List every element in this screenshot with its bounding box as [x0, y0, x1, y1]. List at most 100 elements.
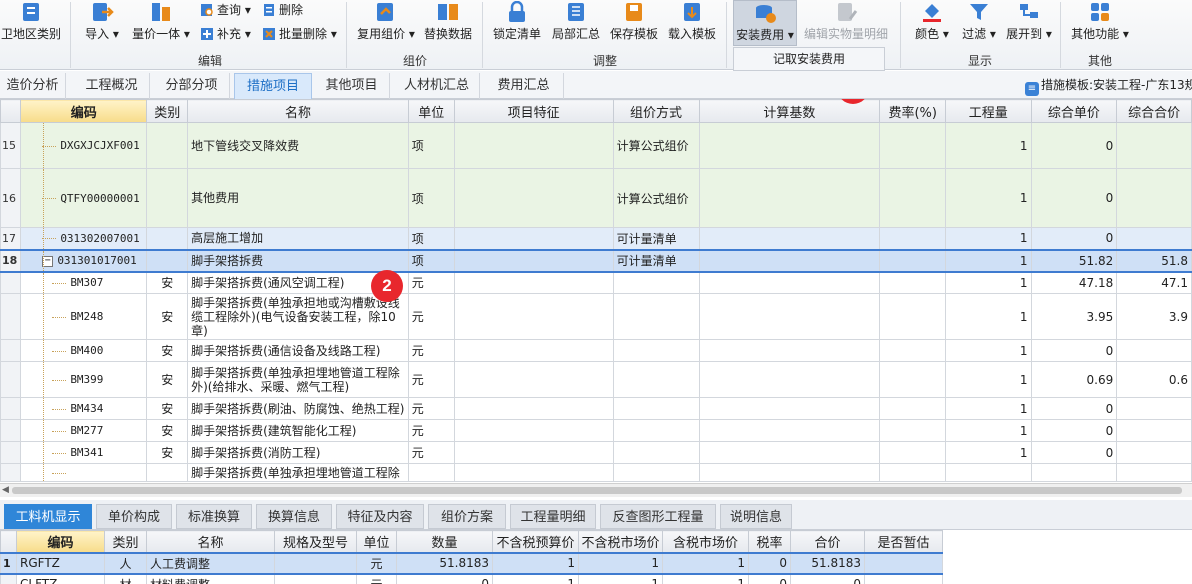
material-total[interactable]: 51.8183	[790, 551, 865, 575]
item-quantity[interactable]: 1	[945, 293, 1032, 340]
item-code[interactable]: QTFY00000001	[20, 168, 148, 228]
record-install-fee-menu-item[interactable]: 记取安装费用	[733, 47, 885, 71]
item-quantity[interactable]: 1	[945, 441, 1032, 464]
tab-other-items[interactable]: 其他项目	[314, 73, 390, 99]
item-quantity[interactable]: 1	[945, 419, 1032, 442]
item-feature[interactable]	[453, 122, 614, 169]
import-button[interactable]: 导入 ▾	[84, 0, 120, 42]
filter-button[interactable]: 过滤 ▾	[958, 0, 1000, 42]
item-category[interactable]	[146, 122, 189, 169]
item-rate[interactable]	[879, 463, 947, 482]
item-code[interactable]: BM248	[20, 293, 148, 340]
item-unit-price[interactable]: 0	[1030, 227, 1118, 250]
table-row[interactable]: 脚手架搭拆费(单独承担埋地管道工程除	[0, 463, 1192, 482]
item-code[interactable]: 031302007001	[20, 227, 148, 250]
material-name[interactable]: 人工费调整	[146, 551, 275, 575]
supplement-button[interactable]: 补充 ▾	[200, 25, 251, 42]
item-code[interactable]: BM277	[20, 419, 148, 442]
detail-col-tax-market-price[interactable]: 含税市场价	[662, 530, 749, 553]
item-calc-base[interactable]	[698, 397, 881, 420]
item-calc-base[interactable]	[698, 248, 881, 273]
item-calc-base[interactable]	[698, 271, 881, 294]
load-template-button[interactable]: 载入模板	[664, 0, 720, 42]
detail-col-total[interactable]: 合价	[790, 530, 865, 553]
item-feature[interactable]	[453, 419, 614, 442]
item-name[interactable]: 脚手架搭拆费(建筑智能化工程)	[187, 419, 409, 442]
item-total-price[interactable]: 51.8	[1116, 248, 1192, 273]
item-quantity[interactable]: 1	[945, 271, 1032, 294]
item-unit[interactable]: 项	[407, 122, 455, 169]
item-unit[interactable]: 元	[407, 293, 455, 340]
item-category[interactable]: 安	[146, 397, 189, 420]
scroll-left-arrow-icon[interactable]: ◀	[2, 485, 9, 495]
item-feature[interactable]	[453, 441, 614, 464]
detail-col-spec[interactable]: 规格及型号	[274, 530, 357, 553]
item-feature[interactable]	[453, 271, 614, 294]
col-header-name[interactable]: 名称	[187, 99, 409, 123]
material-tax-market-price[interactable]: 1	[662, 551, 749, 575]
item-rate[interactable]	[879, 441, 947, 464]
item-category[interactable]: 安	[146, 339, 189, 362]
item-unit-price[interactable]: 3.95	[1030, 293, 1118, 340]
item-quantity[interactable]: 1	[945, 122, 1032, 169]
item-feature[interactable]	[453, 227, 614, 250]
item-feature[interactable]	[453, 463, 614, 482]
col-header-total-price[interactable]: 综合合价	[1116, 99, 1192, 123]
item-rate[interactable]	[879, 361, 947, 398]
tab-sub-items[interactable]: 分部分项	[154, 73, 230, 99]
col-header-category[interactable]: 类别	[146, 99, 189, 123]
material-category[interactable]: 材	[104, 573, 147, 584]
material-unit[interactable]: 元	[356, 551, 397, 575]
item-code[interactable]	[20, 463, 148, 482]
material-market-price[interactable]: 1	[578, 551, 663, 575]
item-quantity[interactable]: 1	[945, 361, 1032, 398]
item-quantity[interactable]: 1	[945, 168, 1032, 228]
tab-description-info[interactable]: 说明信息	[720, 504, 792, 529]
item-pricing-method[interactable]	[612, 339, 700, 362]
measure-items-grid[interactable]: 编码 类别 名称 单位 项目特征 组价方式 计算基数 费率(%) 工程量 综合单…	[0, 99, 1192, 482]
table-row[interactable]: BM400 安脚手架搭拆费(通信设备及线路工程) 元 1 0	[0, 339, 1192, 362]
table-row[interactable]: 18−031301017001 脚手架搭拆费项 可计量清单 1 51.82 51.8	[0, 248, 1192, 273]
item-name[interactable]: 脚手架搭拆费(通信设备及线路工程)	[187, 339, 409, 362]
item-name[interactable]: 脚手架搭拆费(消防工程)	[187, 441, 409, 464]
material-name[interactable]: 材料费调整	[146, 573, 275, 584]
tab-cost-analysis[interactable]: 造价分析	[0, 73, 66, 99]
tab-project-overview[interactable]: 工程概况	[74, 73, 150, 99]
item-unit[interactable]: 元	[407, 361, 455, 398]
tab-labor-material-display[interactable]: 工料机显示	[4, 504, 92, 529]
detail-col-budget-price[interactable]: 不含税预算价	[492, 530, 579, 553]
col-header-rate[interactable]: 费率(%)	[879, 99, 947, 123]
item-quantity[interactable]: 1	[945, 227, 1032, 250]
item-calc-base[interactable]	[698, 293, 881, 340]
material-tax-market-price[interactable]: 1	[662, 573, 749, 584]
tab-pricing-plan[interactable]: 组价方案	[428, 504, 506, 529]
item-calc-base[interactable]	[698, 168, 881, 228]
item-calc-base[interactable]	[698, 463, 881, 482]
unit-price-integration-button[interactable]: 量价一体 ▾	[132, 0, 190, 42]
detail-col-name[interactable]: 名称	[146, 530, 275, 553]
item-name[interactable]: 高层施工增加	[187, 227, 409, 250]
item-calc-base[interactable]	[698, 227, 881, 250]
material-provisional[interactable]	[864, 573, 943, 584]
col-header-code[interactable]: 编码	[20, 99, 148, 123]
item-rate[interactable]	[879, 419, 947, 442]
table-row[interactable]: 15 DXGXJCJXF001 地下管线交叉降效费项 计算公式组价 1 0	[0, 122, 1192, 169]
material-budget-price[interactable]: 1	[492, 573, 579, 584]
item-unit-price[interactable]: 0.69	[1030, 361, 1118, 398]
tab-unit-price-composition[interactable]: 单价构成	[96, 504, 172, 529]
item-total-price[interactable]	[1116, 227, 1192, 250]
col-header-unit-price[interactable]: 综合单价	[1030, 99, 1118, 123]
table-row[interactable]: 16 QTFY00000001 其他费用项 计算公式组价 1 0	[0, 168, 1192, 228]
material-quantity[interactable]: 51.8183	[396, 551, 493, 575]
item-total-price[interactable]	[1116, 168, 1192, 228]
item-feature[interactable]	[453, 361, 614, 398]
item-name[interactable]: 脚手架搭拆费(单独承担地或沟槽敷设线缆工程除外)(电气设备安装工程，除10章)	[187, 293, 409, 340]
col-header-feature[interactable]: 项目特征	[453, 99, 614, 123]
save-template-button[interactable]: 保存模板	[606, 0, 662, 42]
item-unit-price[interactable]: 47.18	[1030, 271, 1118, 294]
item-unit-price[interactable]: 0	[1030, 397, 1118, 420]
item-pricing-method[interactable]: 计算公式组价	[612, 122, 700, 169]
other-functions-button[interactable]: 其他功能 ▾	[1068, 0, 1132, 42]
item-total-price[interactable]	[1116, 419, 1192, 442]
table-row[interactable]: 1 RGFTZ 人人工费调整元 51.8183 1 1 1 0 51.8183	[0, 551, 943, 575]
